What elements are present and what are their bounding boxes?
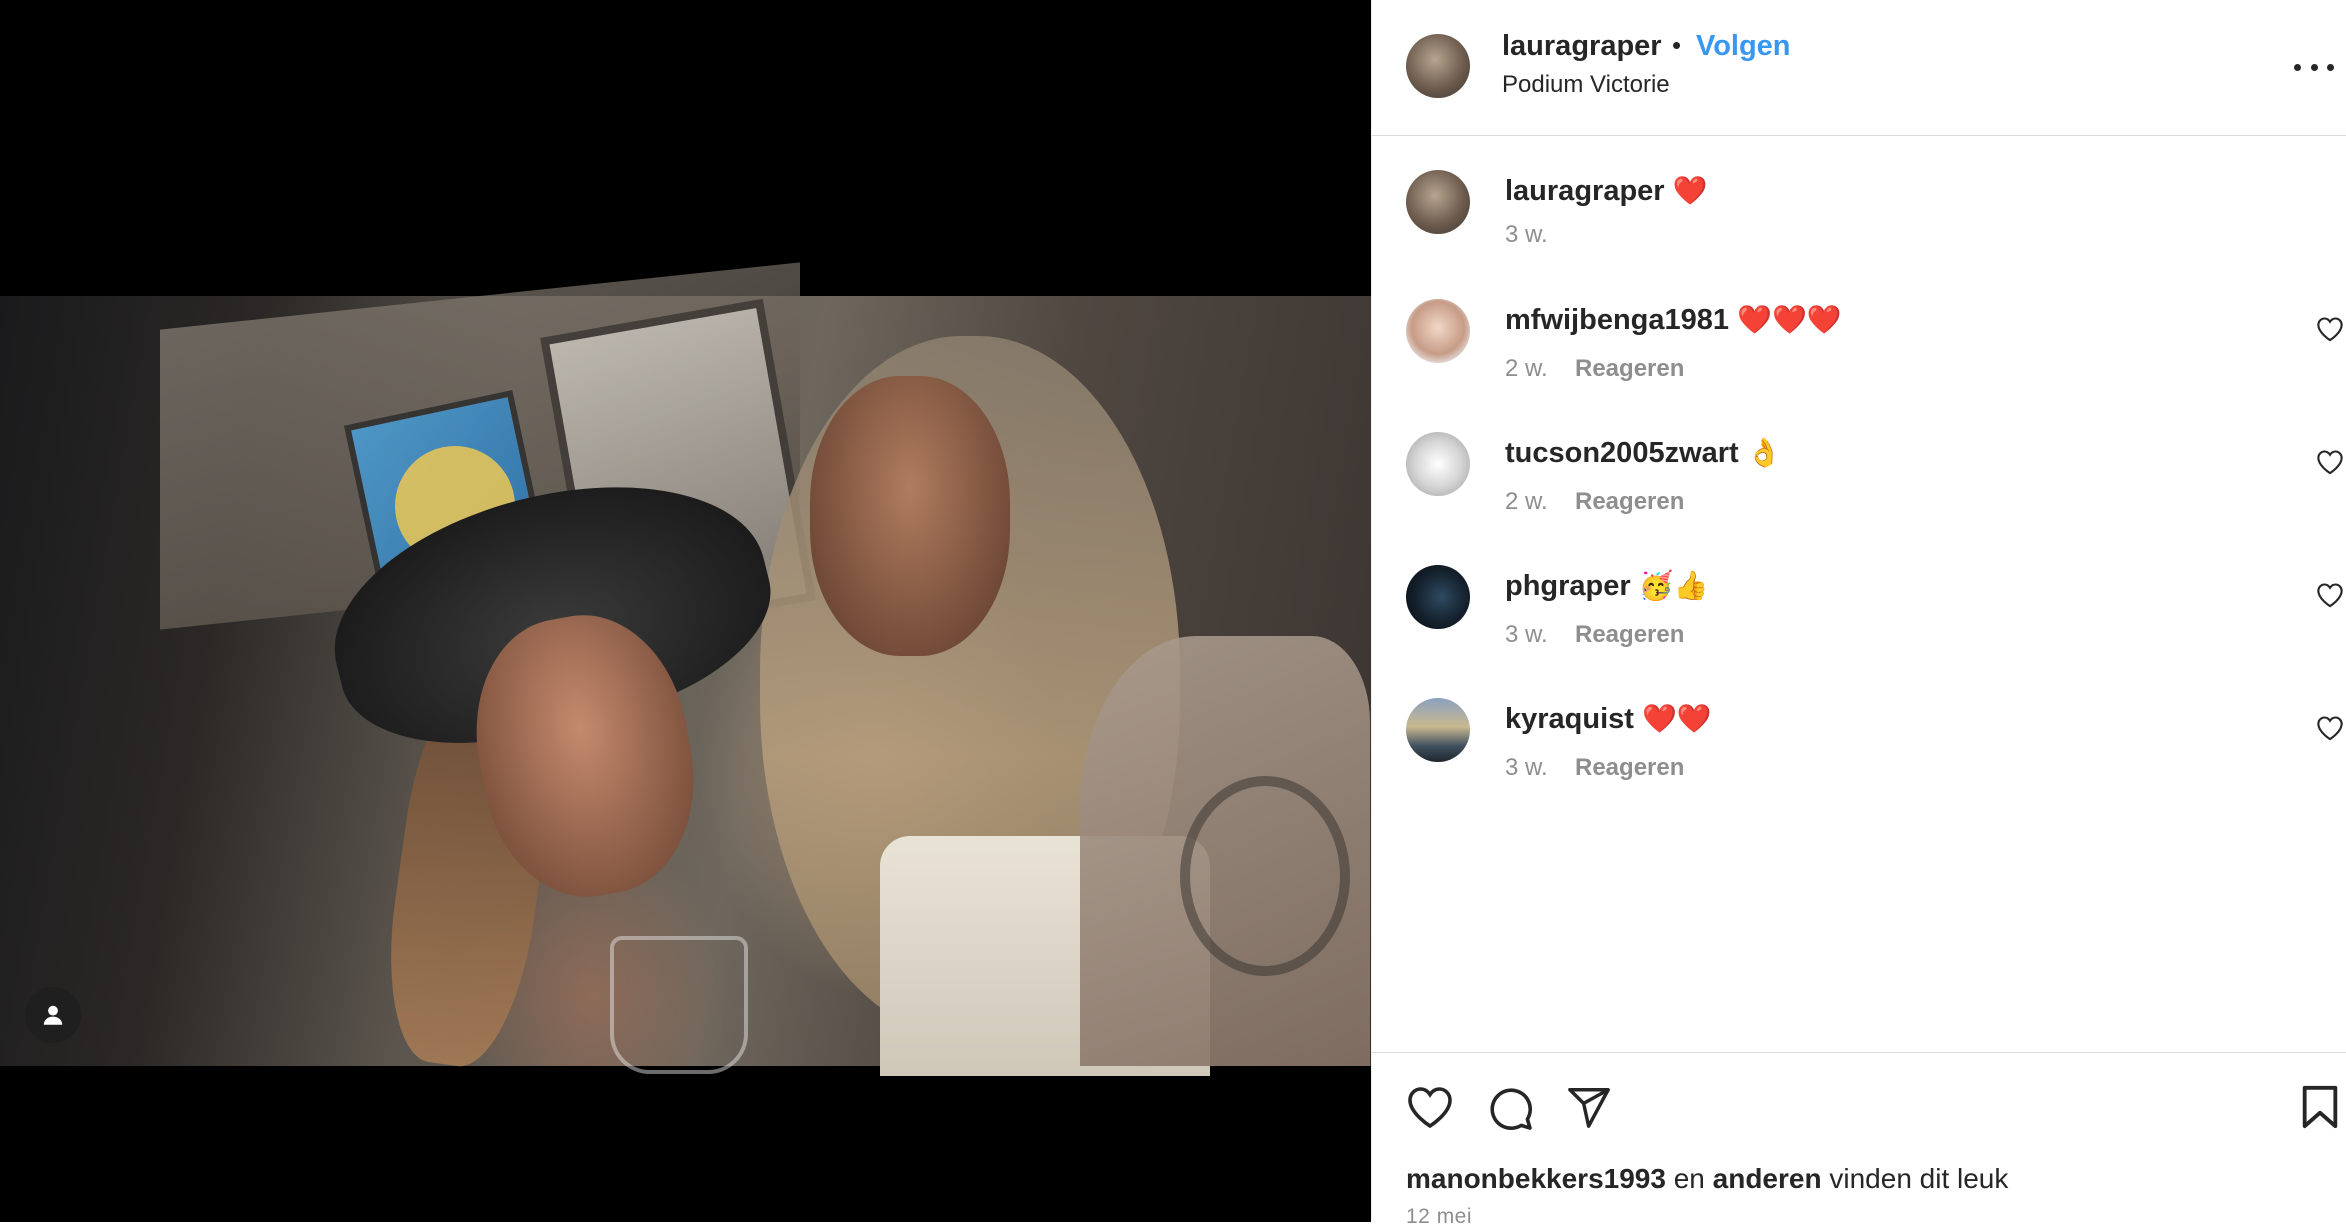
- likes-summary: manonbekkers1993 en anderen vinden dit l…: [1406, 1163, 2008, 1195]
- heart-icon[interactable]: [2316, 316, 2344, 342]
- tagged-people-button[interactable]: [25, 987, 81, 1043]
- separator-dot: •: [1672, 30, 1682, 60]
- user-icon: [43, 1005, 63, 1025]
- bookmark-icon[interactable]: [2300, 1084, 2340, 1130]
- comment-text: ❤️❤️: [1642, 703, 1712, 734]
- post-photo[interactable]: [0, 262, 1371, 1076]
- avatar[interactable]: [1406, 170, 1470, 234]
- likes-suffix: vinden dit leuk: [1829, 1163, 2009, 1194]
- more-horizontal-icon: [2294, 63, 2301, 71]
- comment-username[interactable]: phgraper 🥳👍: [1505, 569, 1708, 603]
- comment-username[interactable]: lauragraper ❤️: [1505, 174, 1708, 208]
- photo-face-right: [810, 376, 1010, 656]
- comment-item: kyraquist ❤️❤️ 3 w. Reageren: [1372, 698, 2346, 808]
- comment-text: 🥳👍: [1638, 570, 1709, 601]
- heart-icon[interactable]: [2316, 715, 2344, 741]
- photo-glass: [610, 936, 748, 1074]
- comment-username[interactable]: kyraquist ❤️❤️: [1505, 702, 1712, 736]
- reply-button[interactable]: Reageren: [1575, 488, 1684, 516]
- liker-username[interactable]: manonbekkers1993: [1406, 1163, 1666, 1194]
- more-options-button[interactable]: [2294, 52, 2334, 82]
- comment-username[interactable]: tucson2005zwart 👌: [1505, 436, 1782, 470]
- post-media: [0, 0, 1371, 1222]
- heart-icon[interactable]: [2316, 582, 2344, 608]
- comment-text: ❤️: [1672, 175, 1708, 206]
- avatar[interactable]: [1406, 34, 1470, 98]
- author-username[interactable]: lauragraper: [1502, 30, 1662, 63]
- comment-text: ❤️❤️❤️: [1737, 304, 1842, 335]
- photo-tattoo: [1180, 776, 1350, 976]
- avatar[interactable]: [1406, 565, 1470, 629]
- post-side-panel: lauragraper • Volgen Podium Victorie lau…: [1371, 0, 2346, 1228]
- post-header: lauragraper • Volgen Podium Victorie: [1372, 0, 2346, 136]
- avatar[interactable]: [1406, 432, 1470, 496]
- comment-time[interactable]: 2 w.: [1505, 488, 1548, 516]
- post-date[interactable]: 12 mei: [1406, 1205, 1472, 1229]
- location-link[interactable]: Podium Victorie: [1502, 71, 1670, 99]
- comment-item: phgraper 🥳👍 3 w. Reageren: [1372, 565, 2346, 675]
- comment-item: tucson2005zwart 👌 2 w. Reageren: [1372, 432, 2346, 542]
- reply-button[interactable]: Reageren: [1575, 754, 1684, 782]
- more-horizontal-icon: [2327, 63, 2334, 71]
- comment-icon[interactable]: [1486, 1084, 1534, 1132]
- comment-text: 👌: [1746, 437, 1782, 468]
- post-actions: manonbekkers1993 en anderen vinden dit l…: [1372, 1052, 2346, 1228]
- comment-time[interactable]: 2 w.: [1505, 355, 1548, 383]
- heart-icon[interactable]: [2316, 449, 2344, 475]
- follow-button[interactable]: Volgen: [1696, 30, 1791, 63]
- caption-comment: lauragraper ❤️ 3 w.: [1372, 170, 2346, 280]
- comment-item: mfwijbenga1981 ❤️❤️❤️ 2 w. Reageren: [1372, 299, 2346, 409]
- share-send-icon[interactable]: [1565, 1084, 1613, 1130]
- others-link[interactable]: anderen: [1713, 1163, 1822, 1194]
- comment-time[interactable]: 3 w.: [1505, 221, 1548, 249]
- likes-conj: en: [1673, 1163, 1705, 1194]
- reply-button[interactable]: Reageren: [1575, 621, 1684, 649]
- more-horizontal-icon: [2310, 63, 2318, 71]
- avatar[interactable]: [1406, 698, 1470, 762]
- comment-username[interactable]: mfwijbenga1981 ❤️❤️❤️: [1505, 303, 1842, 337]
- reply-button[interactable]: Reageren: [1575, 355, 1684, 383]
- comment-time[interactable]: 3 w.: [1505, 754, 1548, 782]
- like-heart-icon[interactable]: [1406, 1084, 1454, 1130]
- comment-time[interactable]: 3 w.: [1505, 621, 1548, 649]
- avatar[interactable]: [1406, 299, 1470, 363]
